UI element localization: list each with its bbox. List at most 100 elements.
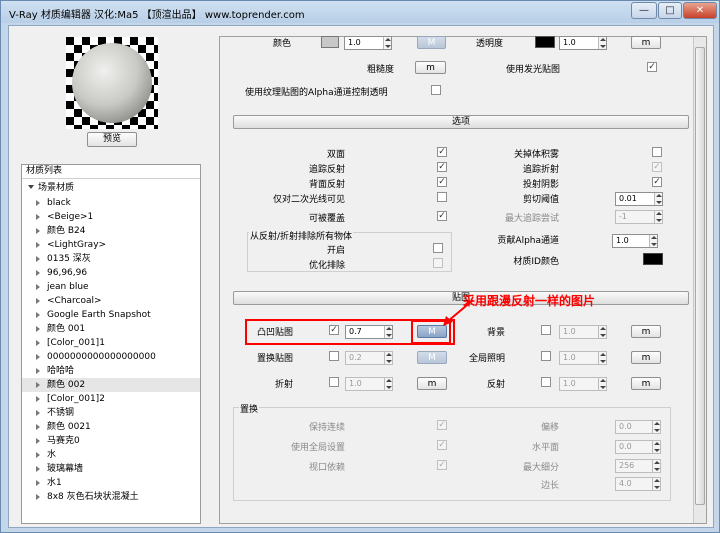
tree-item[interactable]: 水: [22, 448, 200, 462]
gi-amount-spinner[interactable]: 1.0: [559, 351, 607, 365]
tree-item[interactable]: 颜色 0021: [22, 420, 200, 434]
transparency-amount-spinner[interactable]: 1.0: [559, 36, 607, 50]
displace-checkbox[interactable]: [329, 351, 339, 361]
displace-amount-spinner[interactable]: 0.2: [345, 351, 393, 365]
cutoff-spinner[interactable]: 0.01: [615, 192, 663, 206]
spinner-arrows-icon[interactable]: [652, 460, 660, 472]
tree-item[interactable]: <LightGray>: [22, 238, 200, 252]
material-id-swatch[interactable]: [643, 253, 663, 265]
tree-item[interactable]: <Charcoal>: [22, 294, 200, 308]
tree-item[interactable]: 颜色 001: [22, 322, 200, 336]
tree-item[interactable]: 马赛克0: [22, 434, 200, 448]
reflect-map-button[interactable]: m: [631, 377, 661, 390]
maximize-button[interactable]: □: [658, 2, 682, 19]
transparency-swatch[interactable]: [535, 36, 555, 48]
color-map-button[interactable]: M: [417, 36, 446, 49]
refract-checkbox[interactable]: [329, 377, 339, 387]
tree-expand-icon: [28, 185, 34, 192]
spinner-arrows-icon[interactable]: [652, 441, 660, 453]
spinner-arrows-icon[interactable]: [649, 235, 657, 247]
shift-spinner[interactable]: 0.0: [615, 420, 661, 434]
secondary-only-checkbox[interactable]: [437, 192, 447, 202]
back-reflect-checkbox[interactable]: ✓: [437, 177, 447, 187]
tree-item[interactable]: 哈哈哈: [22, 364, 200, 378]
minimize-button[interactable]: —: [631, 2, 657, 19]
displace-map-button[interactable]: M: [417, 351, 447, 364]
tree-item[interactable]: 颜色 B24: [22, 224, 200, 238]
alpha-contrib-spinner[interactable]: 1.0: [612, 234, 658, 248]
keep-continuity-checkbox[interactable]: ✓: [437, 420, 447, 430]
spinner-arrows-icon[interactable]: [598, 352, 606, 364]
tree-item[interactable]: 颜色 002: [22, 378, 200, 392]
tree-item[interactable]: Google Earth Snapshot: [22, 308, 200, 322]
spinner-arrows-icon[interactable]: [598, 378, 606, 390]
close-button[interactable]: ✕: [683, 2, 717, 19]
max-subdiv-spinner[interactable]: 256: [615, 459, 661, 473]
tree-item[interactable]: 8x8 灰色石块状混凝土: [22, 490, 200, 504]
tree-item[interactable]: 0135 深灰: [22, 252, 200, 266]
properties-scrollbar[interactable]: [693, 37, 706, 523]
use-emissive-checkbox[interactable]: ✓: [647, 62, 657, 72]
edge-length-spinner[interactable]: 4.0: [615, 477, 661, 491]
gi-map-button[interactable]: m: [631, 351, 661, 364]
tree-item[interactable]: 0000000000000000000: [22, 350, 200, 364]
use-global-checkbox[interactable]: ✓: [437, 440, 447, 450]
spinner-arrows-icon[interactable]: [654, 211, 662, 223]
overridable-checkbox[interactable]: ✓: [437, 211, 447, 221]
trace-reflect-checkbox[interactable]: ✓: [437, 162, 447, 172]
volume-fog-checkbox[interactable]: [652, 147, 662, 157]
exclude-optimize-checkbox[interactable]: [433, 258, 443, 268]
reflect-amount-spinner[interactable]: 1.0: [559, 377, 607, 391]
tree-item[interactable]: 不锈钢: [22, 406, 200, 420]
secondary-only-label: 仅对二次光线可见: [272, 195, 345, 205]
spinner-arrows-icon[interactable]: [652, 478, 660, 490]
view-dependent-checkbox[interactable]: ✓: [437, 460, 447, 470]
tree-collapse-icon: [36, 283, 43, 290]
background-amount-spinner[interactable]: 1.0: [559, 325, 607, 339]
tree-collapse-icon: [36, 451, 43, 458]
tree-item[interactable]: 96,96,96: [22, 266, 200, 280]
spinner-arrows-icon[interactable]: [384, 352, 392, 364]
tree-collapse-icon: [36, 423, 43, 430]
spinner-arrows-icon[interactable]: [598, 326, 606, 338]
tree-item[interactable]: black: [22, 196, 200, 210]
spinner-arrows-icon[interactable]: [384, 378, 392, 390]
background-checkbox[interactable]: [541, 325, 551, 335]
cast-shadow-checkbox[interactable]: ✓: [652, 177, 662, 187]
two-sided-checkbox[interactable]: ✓: [437, 147, 447, 157]
refract-map-button[interactable]: m: [417, 377, 447, 390]
color-swatch[interactable]: [321, 36, 339, 48]
reflect-checkbox[interactable]: [541, 377, 551, 387]
gi-checkbox[interactable]: [541, 351, 551, 361]
spinner-arrows-icon[interactable]: [598, 37, 606, 49]
exclude-enable-checkbox[interactable]: [433, 243, 443, 253]
scrollbar-thumb[interactable]: [695, 47, 705, 505]
water-level-spinner[interactable]: 0.0: [615, 440, 661, 454]
spinner-arrows-icon[interactable]: [652, 421, 660, 433]
options-rollout-header[interactable]: 选项: [233, 115, 689, 129]
tree-item[interactable]: [Color_001]1: [22, 336, 200, 350]
tree-item[interactable]: [Color_001]2: [22, 392, 200, 406]
tree-item[interactable]: 玻璃幕墙: [22, 462, 200, 476]
spinner-arrows-icon[interactable]: [654, 193, 662, 205]
tree-item-label: 不锈钢: [47, 408, 75, 418]
trace-refract-checkbox[interactable]: ✓: [652, 162, 662, 172]
transparency-map-button[interactable]: m: [631, 36, 661, 49]
refract-amount-spinner[interactable]: 1.0: [345, 377, 393, 391]
color-amount-spinner[interactable]: 1.0: [344, 36, 392, 50]
tree-item[interactable]: jean blue: [22, 280, 200, 294]
tree-item-label: 颜色 001: [47, 324, 86, 334]
background-map-button[interactable]: m: [631, 325, 661, 338]
max-trace-spinner[interactable]: -1: [615, 210, 663, 224]
spinner-arrows-icon[interactable]: [383, 37, 391, 49]
tree-item[interactable]: <Beige>1: [22, 210, 200, 224]
tree-item[interactable]: 水1: [22, 476, 200, 490]
roughness-map-button[interactable]: m: [415, 61, 446, 74]
alpha-transparency-checkbox[interactable]: [431, 85, 441, 95]
preview-button[interactable]: 预览: [87, 132, 137, 147]
use-emissive-label: 使用发光贴图: [506, 65, 561, 75]
tree-collapse-icon: [36, 255, 43, 262]
tree-root[interactable]: 场景材质: [28, 182, 74, 195]
window-title: V-Ray 材质编辑器 汉化:Ma5 【顶渲出品】 www.toprender.…: [9, 10, 305, 21]
tree-collapse-icon: [36, 437, 43, 444]
